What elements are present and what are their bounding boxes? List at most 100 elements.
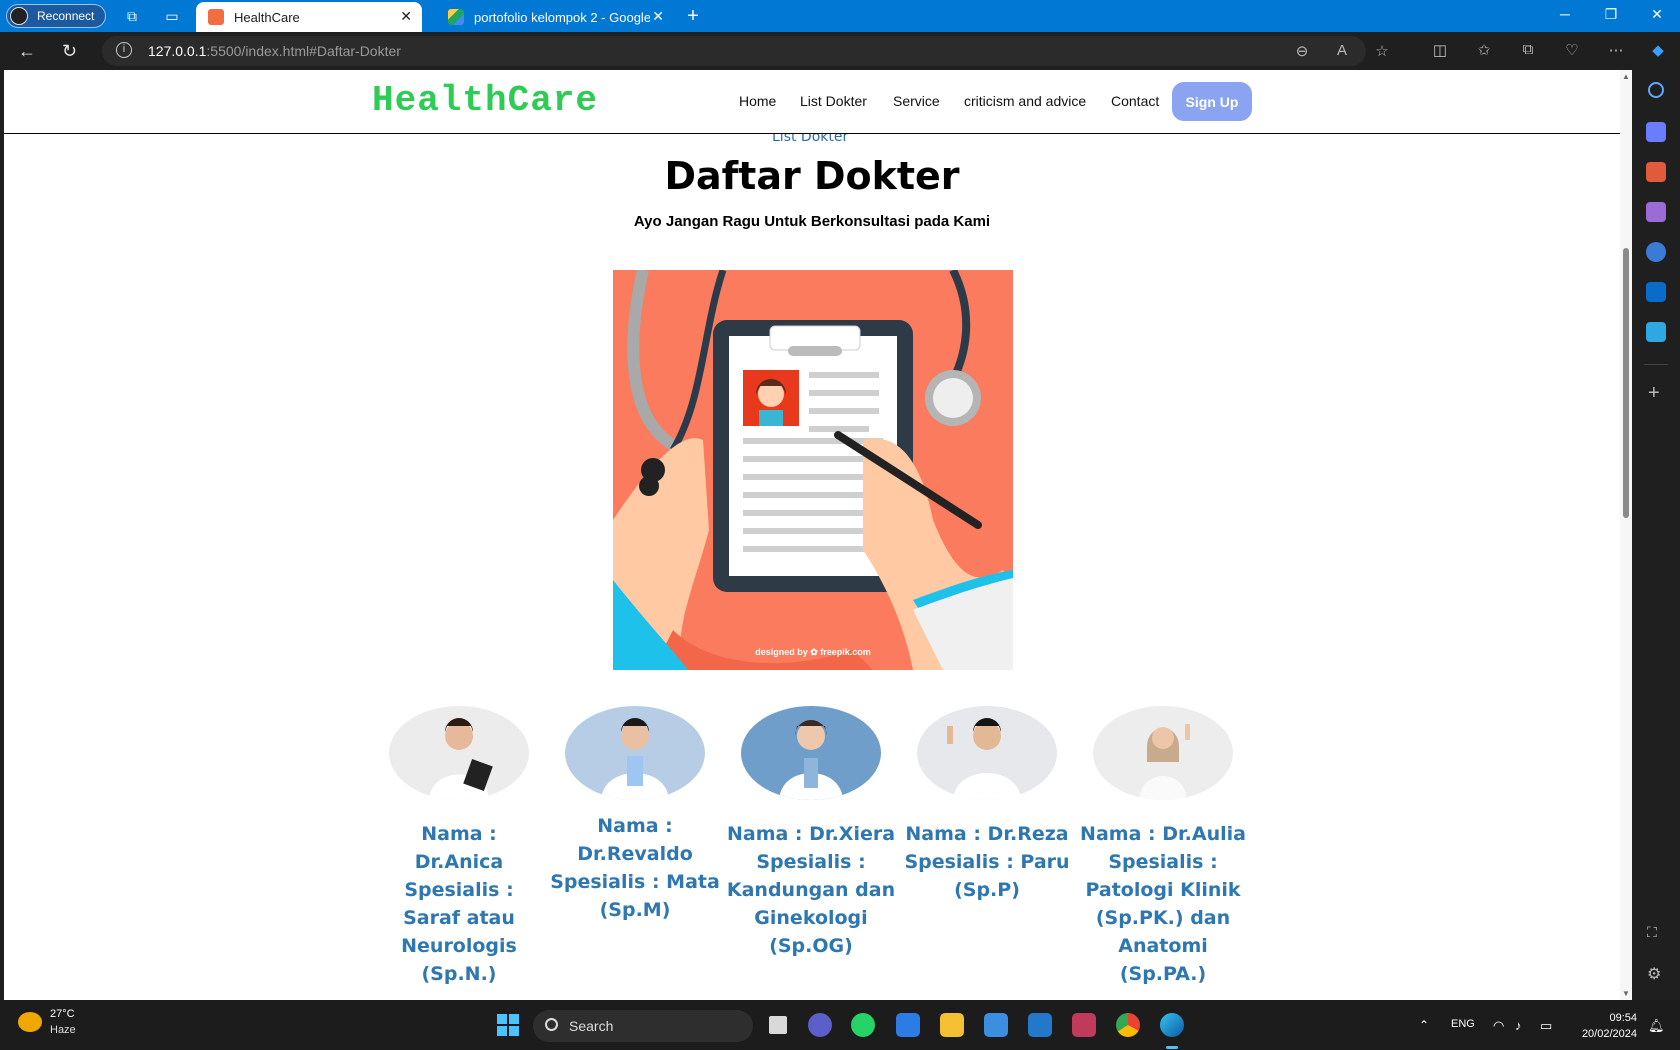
doctor-card[interactable]: Nama : Dr.Revaldo Spesialis : Mata (Sp.M… <box>550 706 720 924</box>
nav-service[interactable]: Service <box>893 93 940 109</box>
zoom-icon[interactable]: ⊖ <box>1292 42 1312 60</box>
file-explorer-icon[interactable] <box>940 1013 964 1037</box>
app-icon[interactable] <box>1072 1013 1096 1037</box>
chrome-icon[interactable] <box>1116 1013 1140 1037</box>
doctor-portrait <box>429 718 493 800</box>
read-aloud-icon[interactable]: A <box>1332 42 1352 59</box>
page-scrollbar[interactable]: ▲ ▼ <box>1620 70 1632 1000</box>
google-drive-favicon-icon <box>448 9 464 25</box>
favorite-star-icon[interactable]: ☆ <box>1372 42 1392 60</box>
nav-criticism-advice[interactable]: criticism and advice <box>964 93 1086 109</box>
browser-essentials-icon[interactable]: ♡ <box>1562 41 1582 59</box>
back-icon[interactable]: ← <box>18 41 36 62</box>
doctor-card[interactable]: Nama : Dr.Aulia Spesialis : Patologi Kli… <box>1078 706 1248 988</box>
workspaces-icon[interactable]: ⧉ <box>122 6 142 26</box>
site-logo[interactable]: HealthCare <box>372 80 598 121</box>
taskbar-search[interactable]: Search <box>533 1010 753 1042</box>
microsoft-store-icon[interactable] <box>896 1013 920 1037</box>
restore-icon[interactable]: ❐ <box>1601 6 1621 23</box>
tab-actions-icon[interactable]: ▭ <box>162 6 182 26</box>
chevron-up-icon[interactable]: ⌃ <box>1419 1018 1429 1032</box>
doctor-info: Nama : Dr.Aulia Spesialis : Patologi Kli… <box>1080 823 1246 985</box>
profile-avatar <box>10 7 28 25</box>
nav-home[interactable]: Home <box>739 93 776 109</box>
browser-tab-strip: Reconnect ⧉ ▭ HealthCare ✕ portofolio ke… <box>0 0 1680 32</box>
vscode-icon[interactable] <box>1028 1013 1052 1037</box>
doctor-photo <box>1093 706 1233 800</box>
temperature: 27°C <box>50 1008 75 1020</box>
wifi-icon[interactable]: ◠ <box>1493 1018 1504 1034</box>
doctor-card[interactable]: Nama : Dr.Anica Spesialis : Saraf atau N… <box>374 706 544 988</box>
volume-icon[interactable]: ♪ <box>1515 1018 1522 1033</box>
doctor-card[interactable]: Nama : Dr.Xiera Spesialis : Kandungan da… <box>726 706 896 960</box>
sign-up-button[interactable]: Sign Up <box>1172 82 1252 121</box>
doctor-card[interactable]: Nama : Dr.Reza Spesialis : Paru (Sp.P) <box>902 706 1072 904</box>
refresh-icon[interactable]: ↻ <box>62 41 77 62</box>
close-tab-icon[interactable]: ✕ <box>400 8 412 25</box>
page-viewport: HealthCare Home List Dokter Service crit… <box>4 70 1620 1000</box>
outlook-icon[interactable] <box>1646 282 1666 302</box>
doctor-photo <box>917 706 1057 800</box>
shopping-icon[interactable] <box>1646 122 1666 142</box>
teams-chat-icon[interactable] <box>808 1013 832 1037</box>
split-screen-icon[interactable]: ◫ <box>1430 41 1450 59</box>
doctor-portrait <box>947 718 1021 800</box>
scroll-down-icon[interactable]: ▼ <box>1622 989 1630 998</box>
hero-credit: designed by ✿ freepik.com <box>755 647 871 657</box>
doctor-info: Nama : Dr.Xiera Spesialis : Kandungan da… <box>726 823 896 957</box>
windows-taskbar: 27°C Haze Search ⌃ ENG ◠ ♪ ▭ 09:54 20/02… <box>0 1000 1680 1050</box>
new-tab-icon[interactable]: + <box>683 5 703 27</box>
doctor-info: Nama : Dr.Anica Spesialis : Saraf atau N… <box>401 823 517 985</box>
notification-bell-icon[interactable]: 🔔︎ <box>1648 1018 1665 1034</box>
doctor-photo <box>389 706 529 800</box>
minimize-icon[interactable]: ─ <box>1555 6 1575 22</box>
copilot-icon[interactable]: ◆ <box>1648 41 1668 59</box>
weather-condition: Haze <box>50 1024 76 1036</box>
site-info-icon[interactable]: i <box>116 42 132 58</box>
tab-portofolio[interactable]: portofolio kelompok 2 - Google ✕ <box>436 2 674 32</box>
scroll-up-icon[interactable]: ▲ <box>1622 72 1630 81</box>
edge-sidebar: + ⛶ ⚙ <box>1632 70 1680 1000</box>
tab-title: HealthCare <box>234 9 300 25</box>
games-icon[interactable] <box>1646 202 1666 222</box>
doctor-photo <box>565 706 705 800</box>
address-toolbar: ← ↻ i 127.0.0.1:5500/index.html#Daftar-D… <box>0 32 1680 70</box>
clock-time: 09:54 <box>1609 1012 1637 1024</box>
windows-start-icon[interactable] <box>497 1014 519 1036</box>
whatsapp-icon[interactable] <box>851 1013 875 1037</box>
app-icon[interactable] <box>984 1013 1008 1037</box>
favorites-icon[interactable]: ✩ <box>1474 41 1494 59</box>
send-icon[interactable] <box>1646 322 1666 342</box>
battery-icon[interactable]: ▭ <box>1540 1018 1552 1034</box>
search-icon[interactable] <box>1648 82 1664 98</box>
close-window-icon[interactable]: ✕ <box>1647 6 1667 23</box>
url-field[interactable]: i 127.0.0.1:5500/index.html#Daftar-Dokte… <box>102 36 1389 66</box>
nav-list-dokter[interactable]: List Dokter <box>800 93 867 109</box>
scrollbar-thumb[interactable] <box>1623 248 1629 518</box>
page-title: Daftar Dokter <box>664 154 960 198</box>
doctor-portrait <box>601 718 669 800</box>
settings-more-icon[interactable]: ⋯ <box>1606 41 1626 59</box>
collections-icon[interactable]: ⧉ <box>1518 41 1538 58</box>
tools-icon[interactable] <box>1646 162 1666 182</box>
reconnect-button[interactable]: Reconnect <box>6 4 106 28</box>
search-icon <box>545 1018 558 1031</box>
add-icon[interactable]: + <box>1648 382 1660 405</box>
microsoft-365-icon[interactable] <box>1646 242 1666 262</box>
reconnect-label: Reconnect <box>37 9 95 23</box>
close-tab-icon[interactable]: ✕ <box>652 8 664 25</box>
tab-healthcare[interactable]: HealthCare ✕ <box>196 2 422 32</box>
task-view-icon[interactable] <box>766 1013 790 1037</box>
edge-icon[interactable] <box>1160 1013 1184 1037</box>
hero-illustration: designed by ✿ freepik.com <box>613 270 1013 670</box>
sidebar-divider <box>1644 364 1668 365</box>
url-path: :5500/index.html#Daftar-Dokter <box>206 43 401 59</box>
system-clock[interactable]: 09:54 20/02/2024 <box>1575 1010 1637 1042</box>
screenshot-icon[interactable]: ⛶ <box>1647 924 1657 941</box>
nav-contact[interactable]: Contact <box>1111 93 1159 109</box>
gear-icon[interactable]: ⚙ <box>1647 964 1661 984</box>
language-indicator[interactable]: ENG <box>1451 1018 1475 1030</box>
clipboard-illustration <box>613 270 1013 670</box>
tab-title: portofolio kelompok 2 - Google <box>474 9 650 25</box>
haze-sun-icon <box>18 1012 42 1032</box>
